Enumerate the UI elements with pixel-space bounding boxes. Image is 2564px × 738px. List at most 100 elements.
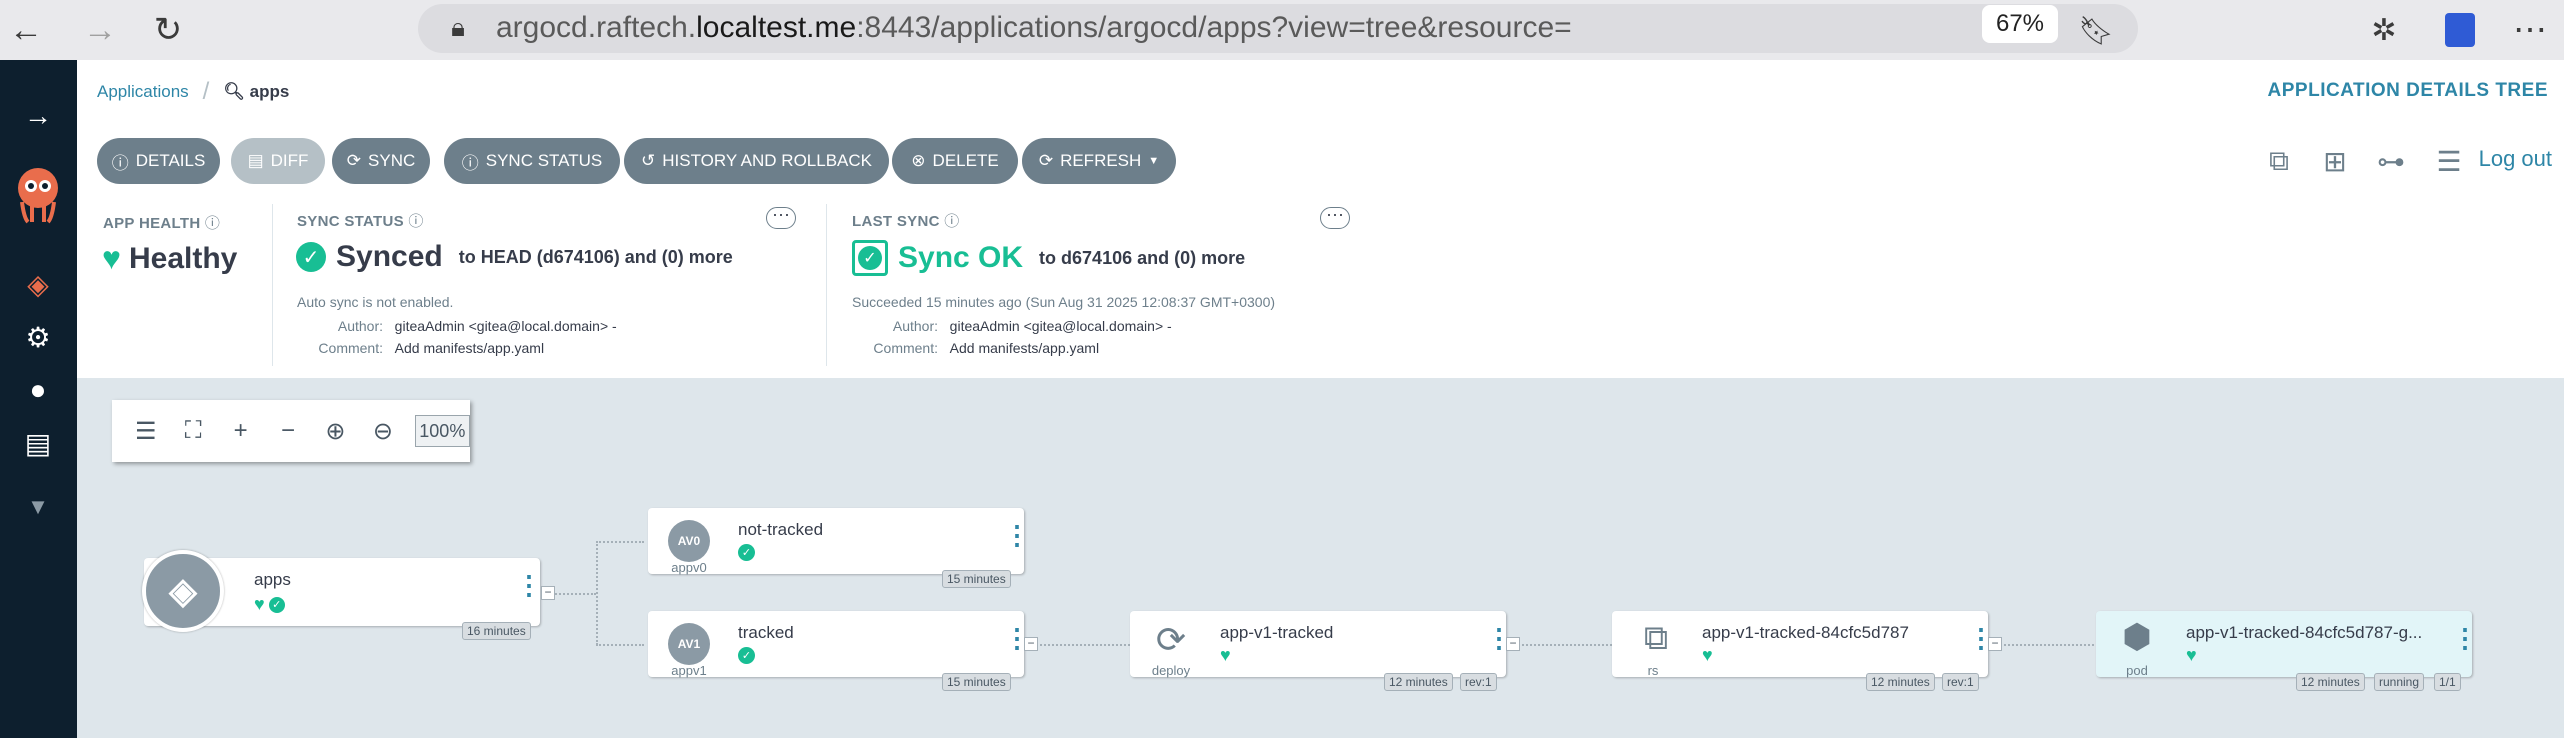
last-sync-succeeded: Succeeded 15 minutes ago (Sun Aug 31 202… xyxy=(852,294,1276,310)
sync-status-value: ✓ Synced to HEAD (d674106) and (0) more xyxy=(296,240,733,274)
list-view-icon[interactable]: ☰ xyxy=(2430,144,2468,178)
history-icon: ↺ xyxy=(641,151,656,170)
check-circle-icon: ✓ xyxy=(738,647,755,664)
node-deployment[interactable]: ⟳ deploy app-v1-tracked ♥ ⋮ 12 minutes r… xyxy=(1130,611,1512,691)
history-rollback-button[interactable]: ↺ HISTORY AND ROLLBACK xyxy=(624,138,889,184)
connector xyxy=(596,644,644,646)
node-menu-icon[interactable]: ⋮ xyxy=(1004,522,1030,548)
connector xyxy=(1514,644,1612,646)
pods-grid-view-icon[interactable]: ⊞ xyxy=(2316,144,2354,178)
connector xyxy=(548,593,596,595)
details-button[interactable]: ⓘ DETAILS xyxy=(97,138,220,184)
node-kind: rs xyxy=(1647,663,1659,678)
node-name: app-v1-tracked xyxy=(1220,623,1334,642)
node-name: tracked xyxy=(738,623,794,642)
last-sync-author-row: Author: giteaAdmin <gitea@local.domain> … xyxy=(892,318,1172,334)
app-health-status: ♥ Healthy xyxy=(102,240,238,276)
url-text[interactable]: argocd.raftech.localtest.me:8443/applica… xyxy=(496,8,1572,48)
divider xyxy=(826,204,827,366)
sync-button[interactable]: ⟳ SYNC xyxy=(332,138,430,184)
connector xyxy=(1996,644,2094,646)
sync-icon: ⟳ xyxy=(346,151,362,170)
zoom-badge[interactable]: 67% xyxy=(1982,5,2058,43)
network-view-icon[interactable]: ⊶ xyxy=(2372,144,2410,178)
revision-tag: rev:1 xyxy=(1460,673,1497,691)
check-circle-icon: ✓ xyxy=(268,596,285,613)
back-arrow-icon[interactable]: ← xyxy=(6,10,46,50)
collapse-toggle[interactable]: − xyxy=(1024,637,1038,651)
close-circle-icon: ⊗ xyxy=(911,151,926,170)
collapse-all-icon[interactable]: − xyxy=(264,407,311,455)
user-info-icon[interactable]: ● xyxy=(16,368,60,412)
deployment-icon: ⟳ xyxy=(1155,619,1187,660)
breadcrumb-applications-link[interactable]: Applications xyxy=(97,82,189,102)
sync-status-more-button[interactable]: ··· xyxy=(766,205,796,229)
heart-icon: ♥ xyxy=(254,594,265,614)
zoom-in-icon[interactable]: ⊕ xyxy=(312,407,359,455)
lock-icon: 🔒︎ xyxy=(451,12,465,42)
node-pod[interactable]: ⬢ pod app-v1-tracked-84cfc5d787-g... ♥ ⋮… xyxy=(2096,611,2478,691)
node-tracked[interactable]: AV1 appv1 tracked ✓ ⋮ 15 minutes xyxy=(648,611,1030,691)
heart-icon: ♥ xyxy=(102,240,121,276)
settings-gears-icon[interactable]: ⚙ xyxy=(16,315,60,359)
more-menu-icon[interactable]: ⋯ xyxy=(2510,10,2550,50)
divider xyxy=(272,204,273,366)
node-not-tracked[interactable]: AV0 appv0 not-tracked ✓ ⋮ 15 minutes xyxy=(648,508,1030,588)
check-circle-icon: ✓ xyxy=(738,544,755,561)
pod-cube-icon: ⬢ xyxy=(2122,618,2152,656)
zoom-out-icon[interactable]: ⊖ xyxy=(359,407,406,455)
connector xyxy=(596,541,644,543)
last-sync-label: LAST SYNC ⓘ xyxy=(852,213,960,230)
docs-icon[interactable]: ▤ xyxy=(16,421,60,465)
tree-view-icon[interactable]: ⧉ xyxy=(2260,144,2298,178)
revision-tag: rev:1 xyxy=(1942,673,1979,691)
profile-icon[interactable] xyxy=(2440,10,2480,50)
logout-link[interactable]: Log out xyxy=(2479,146,2552,172)
applications-layers-icon[interactable]: ◈ xyxy=(16,262,60,306)
argo-logo-icon[interactable] xyxy=(10,166,66,224)
sync-status-button[interactable]: ⓘ SYNC STATUS xyxy=(444,138,620,184)
extensions-icon[interactable]: ✲ xyxy=(2364,10,2404,50)
expand-all-icon[interactable]: + xyxy=(217,407,264,455)
appv1-badge: AV1 xyxy=(668,623,710,665)
expand-sidebar-icon[interactable]: → xyxy=(16,94,60,138)
collapse-toggle[interactable]: − xyxy=(541,586,555,600)
breadcrumb: Applications / 🔍︎ apps xyxy=(97,78,289,106)
forward-arrow-icon[interactable]: → xyxy=(80,10,120,50)
pod-ready-tag: 1/1 xyxy=(2434,673,2461,691)
heart-icon: ♥ xyxy=(1702,645,1713,665)
node-name: app-v1-tracked-84cfc5d787 xyxy=(1702,623,1909,642)
app-health-label: APP HEALTH ⓘ xyxy=(103,215,221,232)
refresh-icon: ⟳ xyxy=(1038,151,1054,170)
collapse-toggle[interactable]: − xyxy=(1988,637,2002,651)
sync-author-row: Author: giteaAdmin <gitea@local.domain> … xyxy=(337,318,617,334)
sync-status-label: SYNC STATUS ⓘ xyxy=(297,213,424,230)
node-kind: deploy xyxy=(1151,663,1191,678)
age-tag: 12 minutes xyxy=(1866,673,1935,691)
reload-icon[interactable]: ↻ xyxy=(148,10,188,50)
graph-toolbar: ☰ ⛶ + − ⊕ ⊖ 100% xyxy=(112,400,470,462)
collapse-toggle[interactable]: − xyxy=(1506,637,1520,651)
age-tag: 12 minutes xyxy=(1384,673,1453,691)
auto-sync-note: Auto sync is not enabled. xyxy=(297,294,454,310)
age-tag: 15 minutes xyxy=(942,570,1011,588)
diff-button[interactable]: ▤ DIFF xyxy=(231,138,325,184)
node-menu-icon[interactable]: ⋮ xyxy=(2452,625,2478,651)
check-circle-icon: ✓ xyxy=(296,242,326,272)
file-icon: ▤ xyxy=(247,151,264,170)
align-left-icon[interactable]: ☰ xyxy=(122,407,169,455)
last-sync-more-button[interactable]: ··· xyxy=(1320,205,1350,229)
node-menu-icon[interactable]: ⋮ xyxy=(516,572,542,598)
browser-toolbar: ← → ↻ 🔒︎ argocd.raftech.localtest.me:844… xyxy=(0,0,2564,60)
delete-button[interactable]: ⊗ DELETE xyxy=(892,138,1018,184)
filter-icon[interactable]: ▼ xyxy=(16,485,60,529)
fit-screen-icon[interactable]: ⛶ xyxy=(169,407,216,455)
breadcrumb-separator: / xyxy=(202,78,210,105)
pod-status-tag: running xyxy=(2374,673,2425,691)
node-replicaset[interactable]: ⧉ rs app-v1-tracked-84cfc5d787 ♥ ⋮ 12 mi… xyxy=(1612,611,1994,691)
age-tag: 12 minutes xyxy=(2296,673,2365,691)
node-name: apps xyxy=(254,570,291,589)
refresh-button[interactable]: ⟳ REFRESH ▼ xyxy=(1022,138,1176,184)
page-mode-title: APPLICATION DETAILS TREE xyxy=(2267,80,2548,101)
bookmark-icon[interactable]: 🔖︎ xyxy=(2076,10,2116,50)
